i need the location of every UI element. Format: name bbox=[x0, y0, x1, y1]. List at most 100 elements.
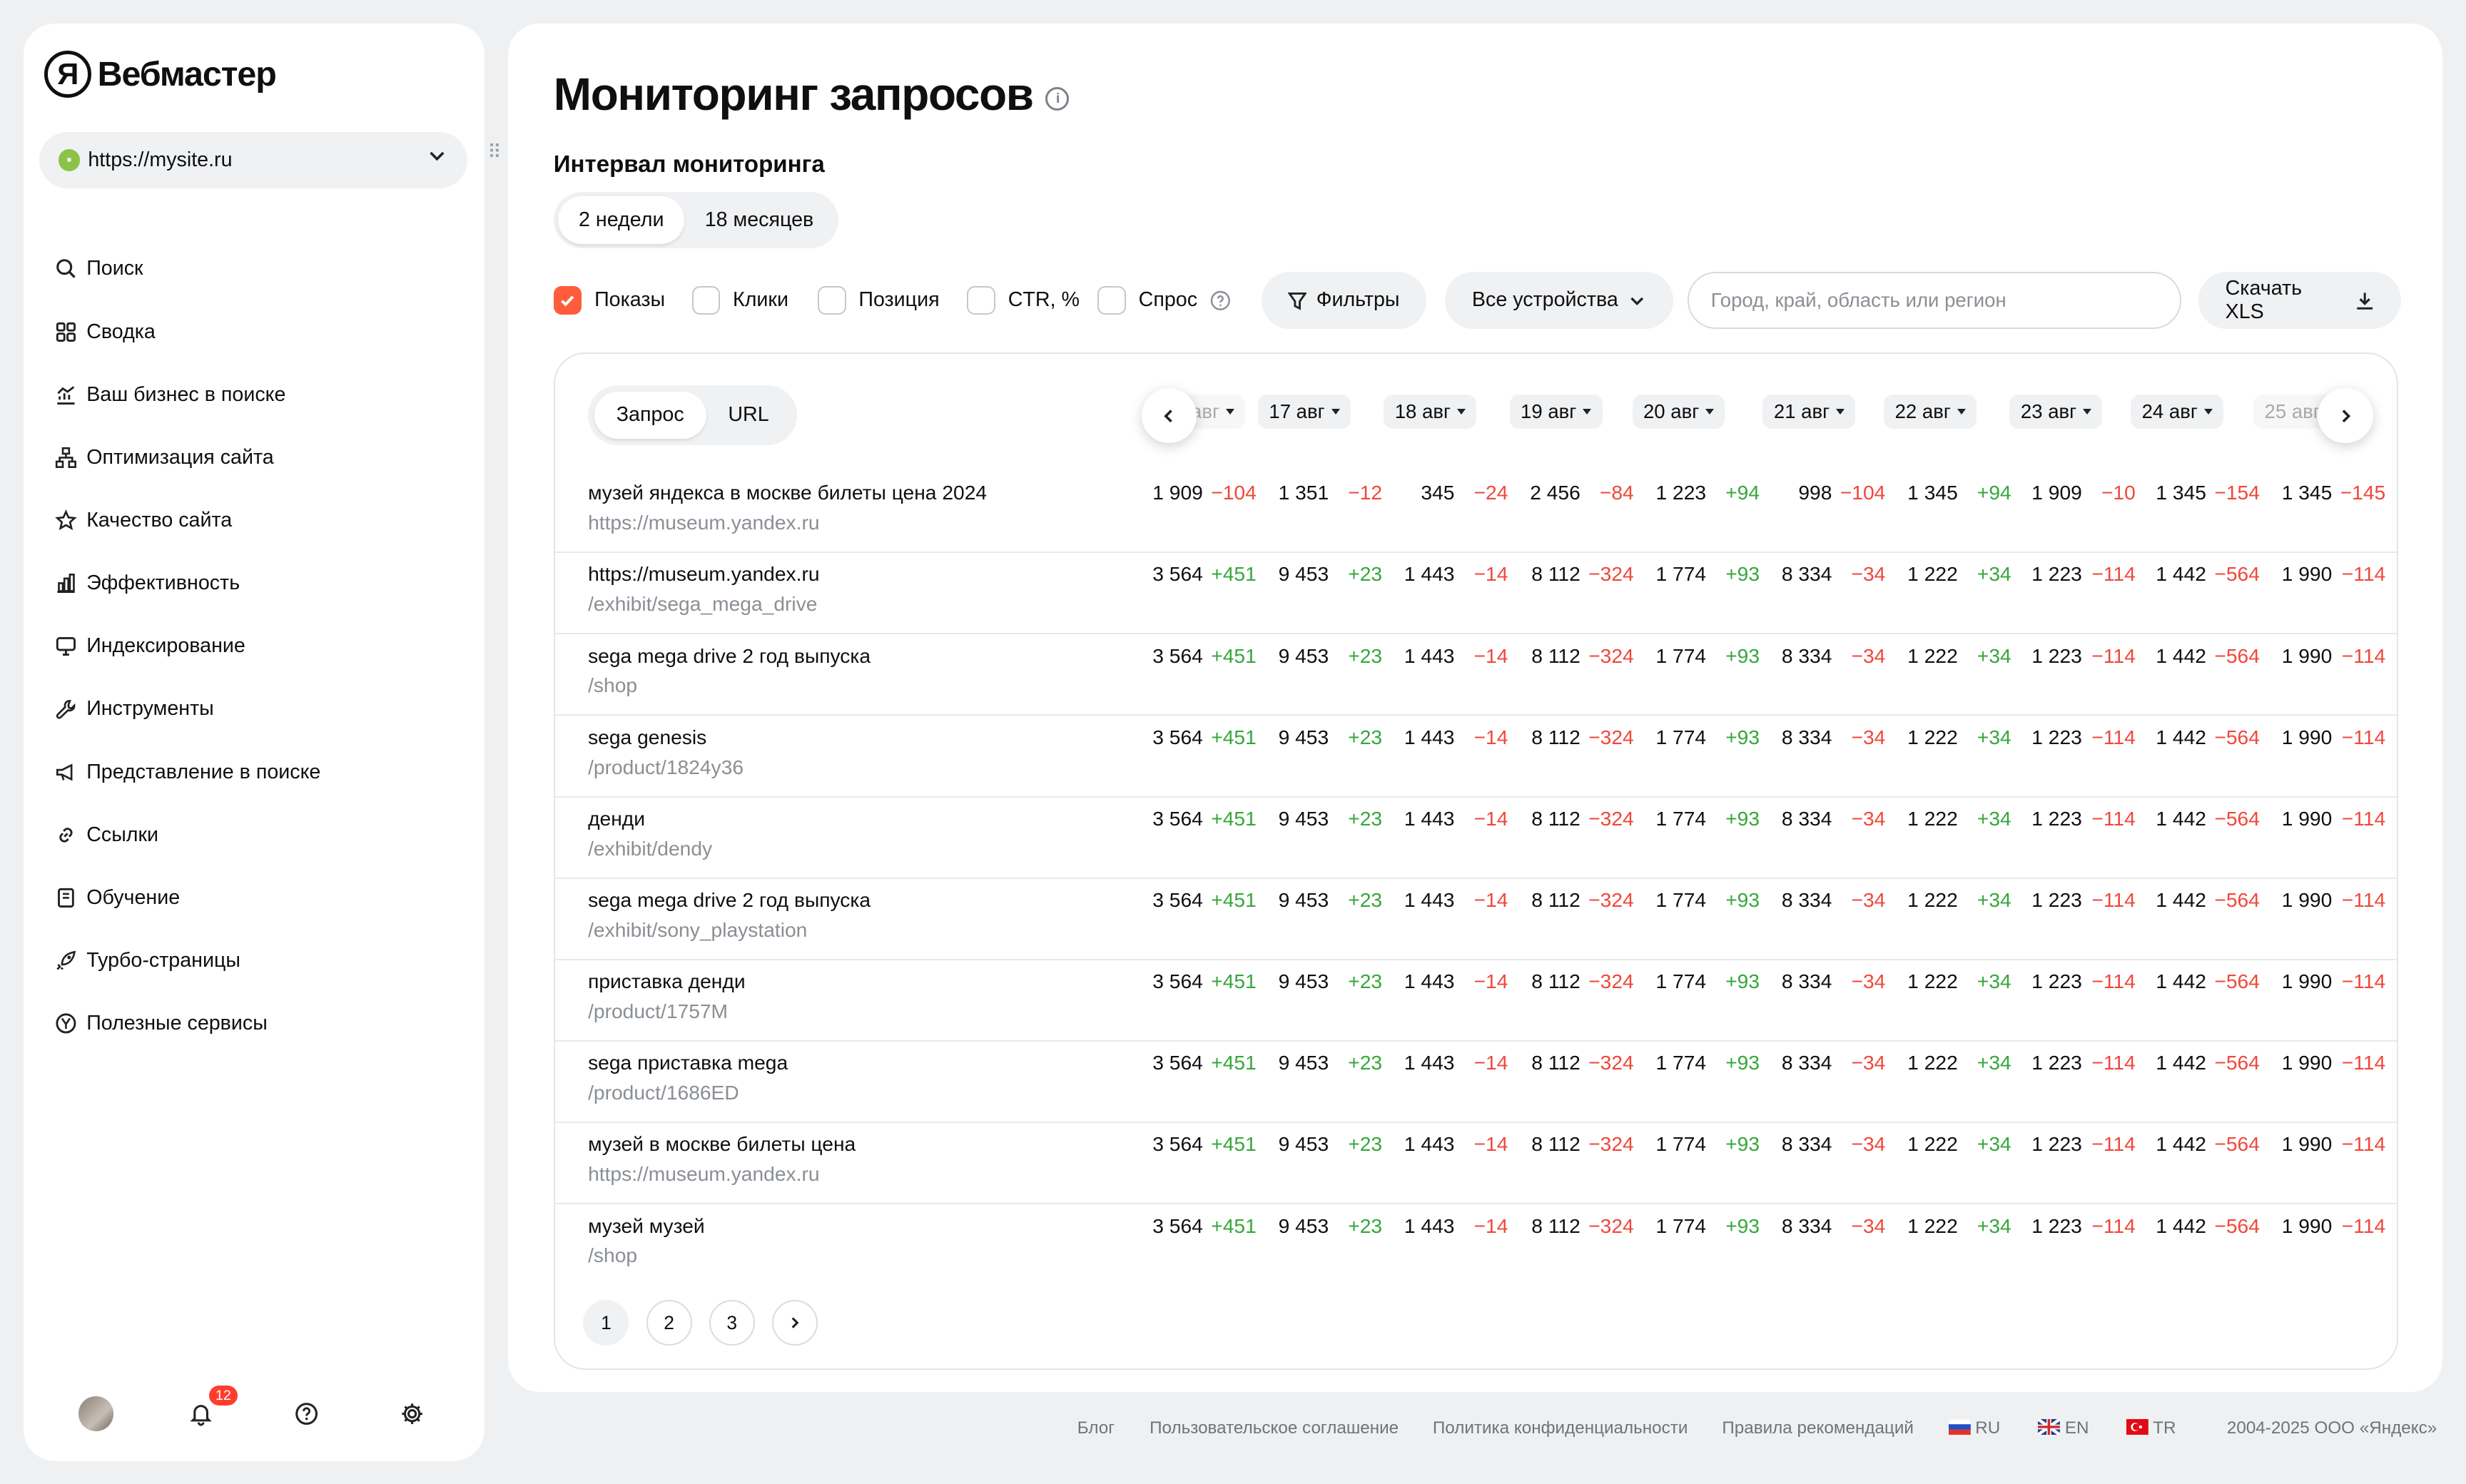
interval-option-2-weeks[interactable]: 2 недели bbox=[558, 196, 685, 244]
page-button[interactable]: 3 bbox=[709, 1300, 755, 1346]
sort-triangle-icon bbox=[1225, 409, 1234, 415]
metric-delta: −34 bbox=[1838, 562, 1886, 587]
value-text: 1 222 bbox=[1907, 806, 1958, 830]
query-text[interactable]: музей музей bbox=[588, 1214, 705, 1238]
lang-en[interactable]: EN bbox=[2038, 1418, 2089, 1438]
value-text: 8 334 bbox=[1781, 562, 1832, 586]
footer-link-recommendations[interactable]: Правила рекомендаций bbox=[1722, 1418, 1914, 1438]
sidebar-item-rocket[interactable]: Турбо-страницы bbox=[55, 930, 320, 992]
query-text[interactable]: денди bbox=[588, 807, 645, 830]
sidebar-item-grid[interactable]: Сводка bbox=[55, 300, 320, 363]
query-text[interactable]: приставка денди bbox=[588, 970, 746, 993]
table-row[interactable]: sega genesis/product/1824y36 3 564 +451 9 4… bbox=[554, 716, 2398, 798]
table-row[interactable]: музей в москве билеты цена https://museum… bbox=[554, 1123, 2398, 1205]
query-url[interactable]: /shop bbox=[588, 1244, 637, 1267]
metric-impressions-checkbox[interactable]: Показы bbox=[553, 286, 665, 315]
query-url[interactable]: /shop bbox=[588, 674, 637, 697]
lang-tr[interactable]: TR bbox=[2126, 1418, 2176, 1438]
scroll-left-button[interactable] bbox=[1141, 388, 1197, 444]
help-icon[interactable] bbox=[1210, 290, 1231, 311]
metric-demand-checkbox[interactable]: Спрос bbox=[1097, 286, 1230, 315]
devices-dropdown[interactable]: Все устройства bbox=[1445, 272, 1673, 329]
metric-clicks-checkbox[interactable]: Клики bbox=[691, 286, 788, 315]
query-text[interactable]: sega mega drive 2 год выпуска bbox=[588, 888, 871, 912]
sidebar-item-book[interactable]: Обучение bbox=[55, 866, 320, 929]
logo[interactable]: Я Вебмастер bbox=[44, 50, 277, 98]
footer-link-blog[interactable]: Блог bbox=[1077, 1418, 1115, 1438]
date-column-header[interactable]: 24 авг bbox=[2131, 394, 2224, 430]
checkbox-checked[interactable] bbox=[553, 286, 582, 315]
tab-url[interactable]: URL bbox=[706, 392, 791, 439]
checkbox[interactable] bbox=[818, 286, 846, 315]
query-text[interactable]: музей в москве билеты цена bbox=[588, 1132, 856, 1156]
page-button[interactable]: 1 bbox=[583, 1300, 629, 1346]
query-url[interactable]: /product/1757M bbox=[588, 1000, 728, 1023]
sidebar-item-wrench[interactable]: Инструменты bbox=[55, 678, 320, 741]
table-row[interactable]: музей яндекса в москве билеты цена 2024 h… bbox=[554, 472, 2398, 554]
lang-tr-label: TR bbox=[2153, 1418, 2176, 1438]
query-url[interactable]: /product/1686ED bbox=[588, 1081, 739, 1104]
value-text: 1 442 bbox=[2156, 1051, 2206, 1074]
date-column-header[interactable]: 18 авг bbox=[1384, 394, 1477, 430]
table-row[interactable]: денди/exhibit/dendy 3 564 +451 9 453 +23 1 44… bbox=[554, 798, 2398, 879]
metric-position-checkbox[interactable]: Позиция bbox=[818, 286, 940, 315]
sidebar-item-monitor[interactable]: Индексирование bbox=[55, 615, 320, 678]
checkbox[interactable] bbox=[1097, 286, 1127, 315]
scroll-right-button[interactable] bbox=[2318, 388, 2373, 444]
lang-ru[interactable]: RU bbox=[1948, 1418, 2000, 1438]
date-column-header[interactable]: 19 авг bbox=[1509, 394, 1603, 430]
checkbox[interactable] bbox=[691, 286, 721, 315]
query-text[interactable]: https://museum.yandex.ru bbox=[588, 562, 820, 586]
sidebar-item-sparkle-star[interactable]: Качество сайта bbox=[55, 489, 320, 552]
query-text[interactable]: музей яндекса в москве билеты цена 2024 bbox=[588, 481, 987, 504]
date-column-header[interactable]: 20 авг bbox=[1632, 394, 1725, 430]
table-row[interactable]: https://museum.yandex.ru/exhibit/sega_me… bbox=[554, 553, 2398, 635]
sidebar-item-link[interactable]: Ссылки bbox=[55, 803, 320, 866]
query-text[interactable]: sega приставка mega bbox=[588, 1051, 788, 1074]
date-column-header[interactable]: 23 авг bbox=[2009, 394, 2103, 430]
query-url[interactable]: /exhibit/sega_mega_drive bbox=[588, 592, 817, 616]
query-url[interactable]: /exhibit/dendy bbox=[588, 837, 712, 860]
interval-option-18-months[interactable]: 18 месяцев bbox=[684, 196, 834, 243]
footer-link-privacy[interactable]: Политика конфиденциальности bbox=[1433, 1418, 1688, 1438]
checkbox[interactable] bbox=[967, 286, 996, 315]
sidebar-resize-handle[interactable]: ⠿ bbox=[487, 143, 503, 161]
filters-button[interactable]: Фильтры bbox=[1261, 272, 1426, 329]
metric-value: 1 222 bbox=[1879, 807, 1958, 832]
metric-delta: −14 bbox=[1461, 888, 1508, 913]
query-url[interactable]: https://museum.yandex.ru bbox=[588, 1162, 820, 1186]
table-row[interactable]: приставка денди/product/1757M 3 564 +451 9 … bbox=[554, 960, 2398, 1042]
metric-delta: −324 bbox=[1587, 644, 1634, 669]
metric-delta: −14 bbox=[1461, 807, 1508, 832]
date-column-header[interactable]: 22 авг bbox=[1884, 394, 1977, 430]
download-xls-button[interactable]: Скачать XLS bbox=[2198, 272, 2402, 329]
date-column-header[interactable]: 17 авг bbox=[1257, 394, 1351, 430]
sidebar-item-business-chart[interactable]: Ваш бизнес в поиске bbox=[55, 363, 320, 426]
table-row[interactable]: sega mega drive 2 год выпуска/shop 3 564 +… bbox=[554, 634, 2398, 716]
info-icon[interactable]: i bbox=[1045, 86, 1070, 111]
table-row[interactable]: sega mega drive 2 год выпуска/exhibit/so… bbox=[554, 879, 2398, 960]
query-text[interactable]: sega mega drive 2 год выпуска bbox=[588, 644, 871, 668]
sidebar-item-yandex-circle[interactable]: Полезные сервисы bbox=[55, 992, 320, 1055]
query-text[interactable]: sega genesis bbox=[588, 726, 706, 749]
query-url[interactable]: https://museum.yandex.ru bbox=[588, 511, 820, 534]
footer-link-user-agreement[interactable]: Пользовательское соглашение bbox=[1150, 1418, 1399, 1438]
date-column-header[interactable]: 21 авг bbox=[1762, 394, 1856, 430]
site-selector[interactable]: ▪ https://mysite.ru bbox=[39, 132, 467, 189]
table-row[interactable]: sega приставка mega/product/1686ED 3 564 +… bbox=[554, 1042, 2398, 1124]
sidebar-item-sitemap[interactable]: Оптимизация сайта bbox=[55, 426, 320, 489]
sidebar-item-bar-chart[interactable]: Эффективность bbox=[55, 552, 320, 615]
sidebar-item-megaphone[interactable]: Представление в поиске bbox=[55, 741, 320, 803]
region-search-input[interactable]: Город, край, область или регион bbox=[1687, 272, 2181, 329]
page-button[interactable]: 2 bbox=[646, 1300, 692, 1346]
next-page-button[interactable] bbox=[771, 1300, 818, 1346]
table-row[interactable]: музей музей/shop 3 564 +451 9 453 +23 1 443 −1… bbox=[555, 1204, 2397, 1286]
metric-ctr-checkbox[interactable]: CTR, % bbox=[967, 286, 1080, 315]
sidebar-item-search[interactable]: Поиск bbox=[55, 238, 320, 300]
query-url[interactable]: /product/1824y36 bbox=[588, 756, 744, 779]
metric-delta: +451 bbox=[1209, 644, 1257, 669]
metric-value: 1 351 bbox=[1250, 481, 1329, 506]
flag-uk-icon bbox=[2038, 1419, 2061, 1435]
tab-query[interactable]: Запрос bbox=[594, 391, 706, 439]
query-url[interactable]: /exhibit/sony_playstation bbox=[588, 918, 807, 942]
